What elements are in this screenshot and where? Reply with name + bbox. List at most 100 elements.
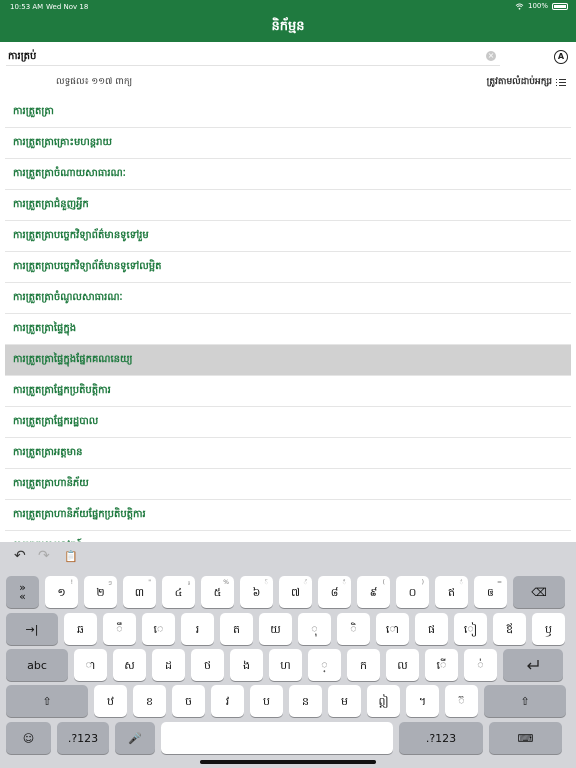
- key-r4-8[interactable]: ឦ: [367, 685, 400, 717]
- key-r2-7-label: ុ: [311, 622, 318, 636]
- key-r1-4[interactable]: ៤៛: [162, 576, 195, 608]
- redo-icon[interactable]: ↷: [38, 548, 50, 564]
- key-r1-13-label: ⌫: [531, 585, 547, 599]
- key-r2-12-label: ឪ: [506, 622, 513, 636]
- key-r1-11[interactable]: ឥ៌: [435, 576, 468, 608]
- key-r3-9[interactable]: ល: [386, 649, 419, 681]
- key-r2-4[interactable]: រ: [181, 613, 214, 645]
- key-r3-8[interactable]: ក: [347, 649, 380, 681]
- key-r1-10[interactable]: ០): [396, 576, 429, 608]
- key-r2-6[interactable]: យ: [259, 613, 292, 645]
- key-r4-3[interactable]: ច: [172, 685, 205, 717]
- key-r4-6-label: ន: [302, 694, 309, 708]
- key-r3-1[interactable]: ា: [74, 649, 107, 681]
- key-r1-6[interactable]: ៦៍: [240, 576, 273, 608]
- result-count: លទ្ធផល៖ ១១៧ ពាក្យ: [56, 77, 133, 87]
- key-r4-2[interactable]: ខ: [133, 685, 166, 717]
- keyboard: ↶ ↷ 📋 » «១! ២ៗ៣ " ៤៛៥% ៦៍៧័៨៏៩(០) ឥ៌ឲ = ⌫ →| ឆឹេរ…: [0, 542, 576, 768]
- key-r3-11-label: ់: [477, 658, 484, 672]
- key-r2-13[interactable]: ឫ: [532, 613, 565, 645]
- key-r1-5[interactable]: ៥%: [201, 576, 234, 608]
- keyboard-toolbar: ↶ ↷ 📋: [0, 542, 576, 570]
- key-r1-8[interactable]: ៨៏: [318, 576, 351, 608]
- key-r1-2[interactable]: ២ៗ: [84, 576, 117, 608]
- list-item[interactable]: ការត្រួតត្រាអនុវត្តន៍: [5, 531, 571, 542]
- key-r1-0[interactable]: » «: [6, 576, 39, 608]
- key-r2-0[interactable]: →|: [6, 613, 58, 645]
- key-r4-10[interactable]: ៊: [445, 685, 478, 717]
- list-item[interactable]: ការត្រួតត្រាគ្រោះមហន្តរាយ: [5, 128, 571, 159]
- key-r3-4[interactable]: ថ: [191, 649, 224, 681]
- list-item[interactable]: ការត្រួតត្រាផ្នែករដ្ឋបាល: [5, 407, 571, 438]
- key-r3-7[interactable]: ្: [308, 649, 341, 681]
- key-r3-0[interactable]: abc: [6, 649, 68, 681]
- key-r1-7[interactable]: ៧័: [279, 576, 312, 608]
- key-r1-1[interactable]: ១!: [45, 576, 78, 608]
- top-bar: 10:53 AM Wed Nov 18 100% និក័ម្មន: [0, 0, 576, 42]
- key-r4-9[interactable]: ។: [406, 685, 439, 717]
- list-item[interactable]: ការត្រួតត្រាផ្នែកប្រតិបត្តិការ: [5, 376, 571, 407]
- key-r2-3[interactable]: េ: [142, 613, 175, 645]
- key-r1-12-alt: =: [496, 579, 502, 586]
- key-r3-3[interactable]: ដ: [152, 649, 185, 681]
- key-r3-2[interactable]: ស: [113, 649, 146, 681]
- list-item[interactable]: ការត្រួតត្រាអត្តមាន: [5, 438, 571, 469]
- paste-icon[interactable]: 📋: [64, 550, 78, 563]
- search-input[interactable]: [6, 46, 481, 66]
- input-mode-icon[interactable]: A: [554, 50, 568, 64]
- key-r1-3-alt: ": [148, 579, 151, 586]
- search-field[interactable]: ×: [6, 46, 500, 66]
- numbers-key-right[interactable]: .?123: [399, 722, 483, 754]
- numbers-key-left[interactable]: .?123: [57, 722, 109, 754]
- list-item[interactable]: ការត្រួតត្រាចំណូលសាធារណៈ: [5, 283, 571, 314]
- key-r4-7-label: ម: [341, 694, 348, 708]
- key-r4-11[interactable]: ⇧: [484, 685, 566, 717]
- key-r4-6[interactable]: ន: [289, 685, 322, 717]
- key-r4-4[interactable]: វ: [211, 685, 244, 717]
- list-item[interactable]: ការត្រួតត្រាផ្ទៃក្នុង: [5, 314, 571, 345]
- list-item[interactable]: ការត្រួតត្រាផ្ទៃក្នុងផ្នែកគណនេយ្យ: [5, 345, 571, 376]
- key-r2-9[interactable]: ោ: [376, 613, 409, 645]
- key-r4-5[interactable]: ប: [250, 685, 283, 717]
- key-r1-12[interactable]: ឲ =: [474, 576, 507, 608]
- list-item[interactable]: ការត្រួតត្រាបច្ចេកវិទ្យាព័ត៌មានទូទៅរួម: [5, 221, 571, 252]
- key-r1-3[interactable]: ៣ ": [123, 576, 156, 608]
- key-r1-13[interactable]: ⌫: [513, 576, 565, 608]
- list-item[interactable]: ការត្រួតត្រា: [5, 97, 571, 128]
- key-r2-10[interactable]: ផ: [415, 613, 448, 645]
- key-r2-5[interactable]: ត: [220, 613, 253, 645]
- dictation-key[interactable]: 🎤: [115, 722, 155, 754]
- key-r4-7[interactable]: ម: [328, 685, 361, 717]
- key-r3-5[interactable]: ង: [230, 649, 263, 681]
- key-r3-12[interactable]: [503, 649, 563, 681]
- key-r3-11[interactable]: ់: [464, 649, 497, 681]
- list-item[interactable]: ការត្រួតត្រាចំណាយសាធារណៈ: [5, 159, 571, 190]
- key-r2-12[interactable]: ឪ: [493, 613, 526, 645]
- key-r2-7[interactable]: ុ: [298, 613, 331, 645]
- key-r2-2[interactable]: ឹ: [103, 613, 136, 645]
- key-r3-6[interactable]: ហ: [269, 649, 302, 681]
- key-r1-5-label: ៥: [213, 585, 222, 599]
- key-r2-8-label: ិ: [350, 622, 357, 636]
- key-r4-1[interactable]: ឋ: [94, 685, 127, 717]
- key-r1-9[interactable]: ៩(: [357, 576, 390, 608]
- key-r1-1-label: ១: [57, 585, 66, 599]
- clear-icon[interactable]: ×: [486, 51, 496, 61]
- emoji-key[interactable]: ☺: [6, 722, 51, 754]
- sort-button[interactable]: ត្រូវតាមលំដាប់អក្សរ: [487, 76, 566, 89]
- key-r1-11-label: ឥ: [448, 585, 455, 599]
- list-item[interactable]: ការត្រួតត្រាបច្ចេកវិទ្យាព័ត៌មានទូទៅលម្អិ…: [5, 252, 571, 283]
- list-item[interactable]: ការត្រួតត្រាហានិភ័យផ្នែកប្រតិបត្តិការ: [5, 500, 571, 531]
- key-r4-0[interactable]: ⇧: [6, 685, 88, 717]
- undo-icon[interactable]: ↶: [14, 548, 26, 564]
- list-item[interactable]: ការត្រួតត្រាហានិភ័យ: [5, 469, 571, 500]
- list-item[interactable]: ការត្រួតត្រាជំនួញអ្វីក: [5, 190, 571, 221]
- key-r4-1-label: ឋ: [107, 694, 114, 708]
- status-time: 10:53 AM: [10, 3, 44, 11]
- key-r2-11[interactable]: ៀ: [454, 613, 487, 645]
- space-key[interactable]: [161, 722, 393, 754]
- key-r2-1[interactable]: ឆ: [64, 613, 97, 645]
- dismiss-keyboard-key[interactable]: ⌨: [489, 722, 562, 754]
- key-r2-8[interactable]: ិ: [337, 613, 370, 645]
- key-r3-10[interactable]: ើ: [425, 649, 458, 681]
